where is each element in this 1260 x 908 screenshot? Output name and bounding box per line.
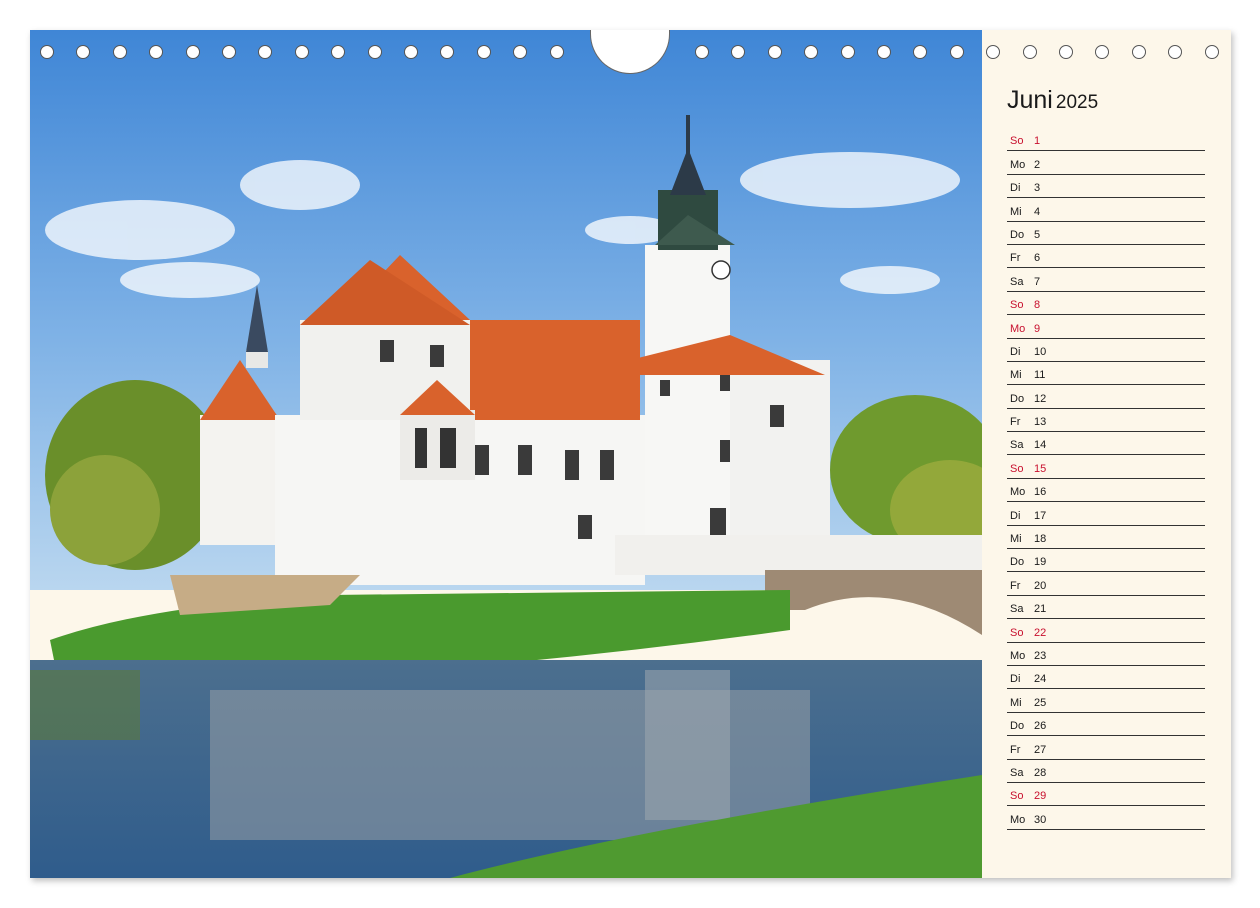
weekday-label: Do <box>1010 392 1025 405</box>
weekday-label: Mo <box>1010 158 1026 171</box>
day-number: 9 <box>1034 322 1041 335</box>
month-title: Juni 2025 <box>1007 86 1098 115</box>
day-number: 23 <box>1034 649 1047 662</box>
day-list: So 1 Mo 2 Di 3 Mi 4 Do 5 Fr 6 Sa 7 So 8 Mo 9 Di 10 Mi 11 Do 12 F… <box>1007 128 1205 830</box>
day-number: 4 <box>1034 205 1041 218</box>
weekday-label: Fr <box>1010 743 1021 756</box>
day-row: So 22 <box>1007 619 1205 643</box>
day-row: Mi 11 <box>1007 362 1205 386</box>
day-number: 3 <box>1034 182 1041 195</box>
weekday-label: Sa <box>1010 603 1024 616</box>
day-row: Do 19 <box>1007 549 1205 573</box>
day-row: Di 10 <box>1007 339 1205 362</box>
day-number: 26 <box>1034 720 1047 733</box>
day-number: 19 <box>1034 556 1047 569</box>
weekday-label: So <box>1010 135 1024 148</box>
day-number: 6 <box>1034 252 1041 265</box>
weekday-label: Mi <box>1010 205 1022 218</box>
day-row: Mo 9 <box>1007 315 1205 339</box>
day-row: Do 12 <box>1007 385 1205 409</box>
weekday-label: Mi <box>1010 533 1022 546</box>
day-number: 10 <box>1034 345 1047 358</box>
day-row: Sa 21 <box>1007 596 1205 620</box>
day-number: 18 <box>1034 533 1047 546</box>
day-row: Mo 16 <box>1007 479 1205 503</box>
day-row: Sa 28 <box>1007 760 1205 783</box>
day-row: Mi 18 <box>1007 526 1205 550</box>
weekday-label: Mi <box>1010 369 1022 382</box>
weekday-label: Mi <box>1010 696 1022 709</box>
day-row: Di 3 <box>1007 175 1205 199</box>
weekday-label: Sa <box>1010 439 1024 452</box>
year: 2025 <box>1055 92 1099 113</box>
day-number: 29 <box>1034 790 1047 803</box>
weekday-label: Sa <box>1010 766 1024 779</box>
day-row: Di 17 <box>1007 502 1205 526</box>
day-number: 2 <box>1034 158 1041 171</box>
day-number: 11 <box>1034 369 1046 382</box>
weekday-label: Di <box>1010 345 1021 358</box>
weekday-label: Di <box>1010 509 1021 522</box>
weekday-label: Fr <box>1010 252 1021 265</box>
calendar-page: Juni 2025 So 1 Mo 2 Di 3 Mi 4 Do 5 Fr 6 Sa 7 So 8 Mo 9 Di 10… <box>30 30 1231 878</box>
day-number: 17 <box>1034 509 1047 522</box>
weekday-label: So <box>1010 626 1024 639</box>
weekday-label: So <box>1010 462 1024 475</box>
weekday-label: Do <box>1010 720 1025 733</box>
day-row: So 1 <box>1007 128 1205 152</box>
day-row: Do 5 <box>1007 222 1205 245</box>
day-number: 24 <box>1034 673 1047 686</box>
weekday-label: Mo <box>1010 486 1026 499</box>
weekday-label: Do <box>1010 228 1025 241</box>
day-number: 13 <box>1034 416 1047 429</box>
weekday-label: So <box>1010 790 1024 803</box>
weekday-label: Mo <box>1010 322 1026 335</box>
day-row: Fr 20 <box>1007 572 1205 596</box>
weekday-label: Di <box>1010 182 1021 195</box>
day-number: 14 <box>1034 439 1047 452</box>
weekday-label: So <box>1010 299 1024 312</box>
day-row: So 29 <box>1007 783 1205 807</box>
day-number: 25 <box>1034 696 1047 709</box>
day-row: Fr 13 <box>1007 409 1205 433</box>
day-number: 5 <box>1034 228 1041 241</box>
month-name: Juni <box>1007 86 1053 114</box>
weekday-label: Sa <box>1010 275 1024 288</box>
weekday-label: Do <box>1010 556 1025 569</box>
day-number: 8 <box>1034 299 1041 312</box>
day-number: 22 <box>1034 626 1047 639</box>
day-row: Fr 6 <box>1007 245 1205 269</box>
day-row: Di 24 <box>1007 666 1205 690</box>
day-row: Mo 2 <box>1007 151 1205 175</box>
weekday-label: Mo <box>1010 649 1026 662</box>
day-number: 27 <box>1034 743 1047 756</box>
weekday-label: Di <box>1010 673 1021 686</box>
day-number: 12 <box>1034 392 1047 405</box>
day-row: Mi 4 <box>1007 198 1205 222</box>
castle-photo <box>30 30 982 878</box>
day-row: So 15 <box>1007 455 1205 479</box>
weekday-label: Mo <box>1010 813 1026 826</box>
day-number: 1 <box>1034 135 1041 148</box>
day-number: 20 <box>1034 579 1047 592</box>
day-row: Fr 27 <box>1007 736 1205 760</box>
day-row: So 8 <box>1007 292 1205 316</box>
calendar-panel: Juni 2025 So 1 Mo 2 Di 3 Mi 4 Do 5 Fr 6 Sa 7 So 8 Mo 9 Di 10… <box>982 30 1231 878</box>
day-row: Mo 30 <box>1007 806 1205 830</box>
day-row: Sa 7 <box>1007 268 1205 292</box>
day-number: 7 <box>1034 275 1041 288</box>
day-number: 28 <box>1034 766 1047 779</box>
weekday-label: Fr <box>1010 416 1021 429</box>
day-row: Mi 25 <box>1007 689 1205 713</box>
weekday-label: Fr <box>1010 579 1021 592</box>
day-row: Sa 14 <box>1007 432 1205 456</box>
castle-illustration <box>30 30 982 878</box>
day-number: 15 <box>1034 462 1047 475</box>
day-row: Mo 23 <box>1007 643 1205 666</box>
day-number: 16 <box>1034 486 1047 499</box>
day-row: Do 26 <box>1007 713 1205 737</box>
day-number: 21 <box>1034 603 1047 616</box>
day-number: 30 <box>1034 813 1047 826</box>
